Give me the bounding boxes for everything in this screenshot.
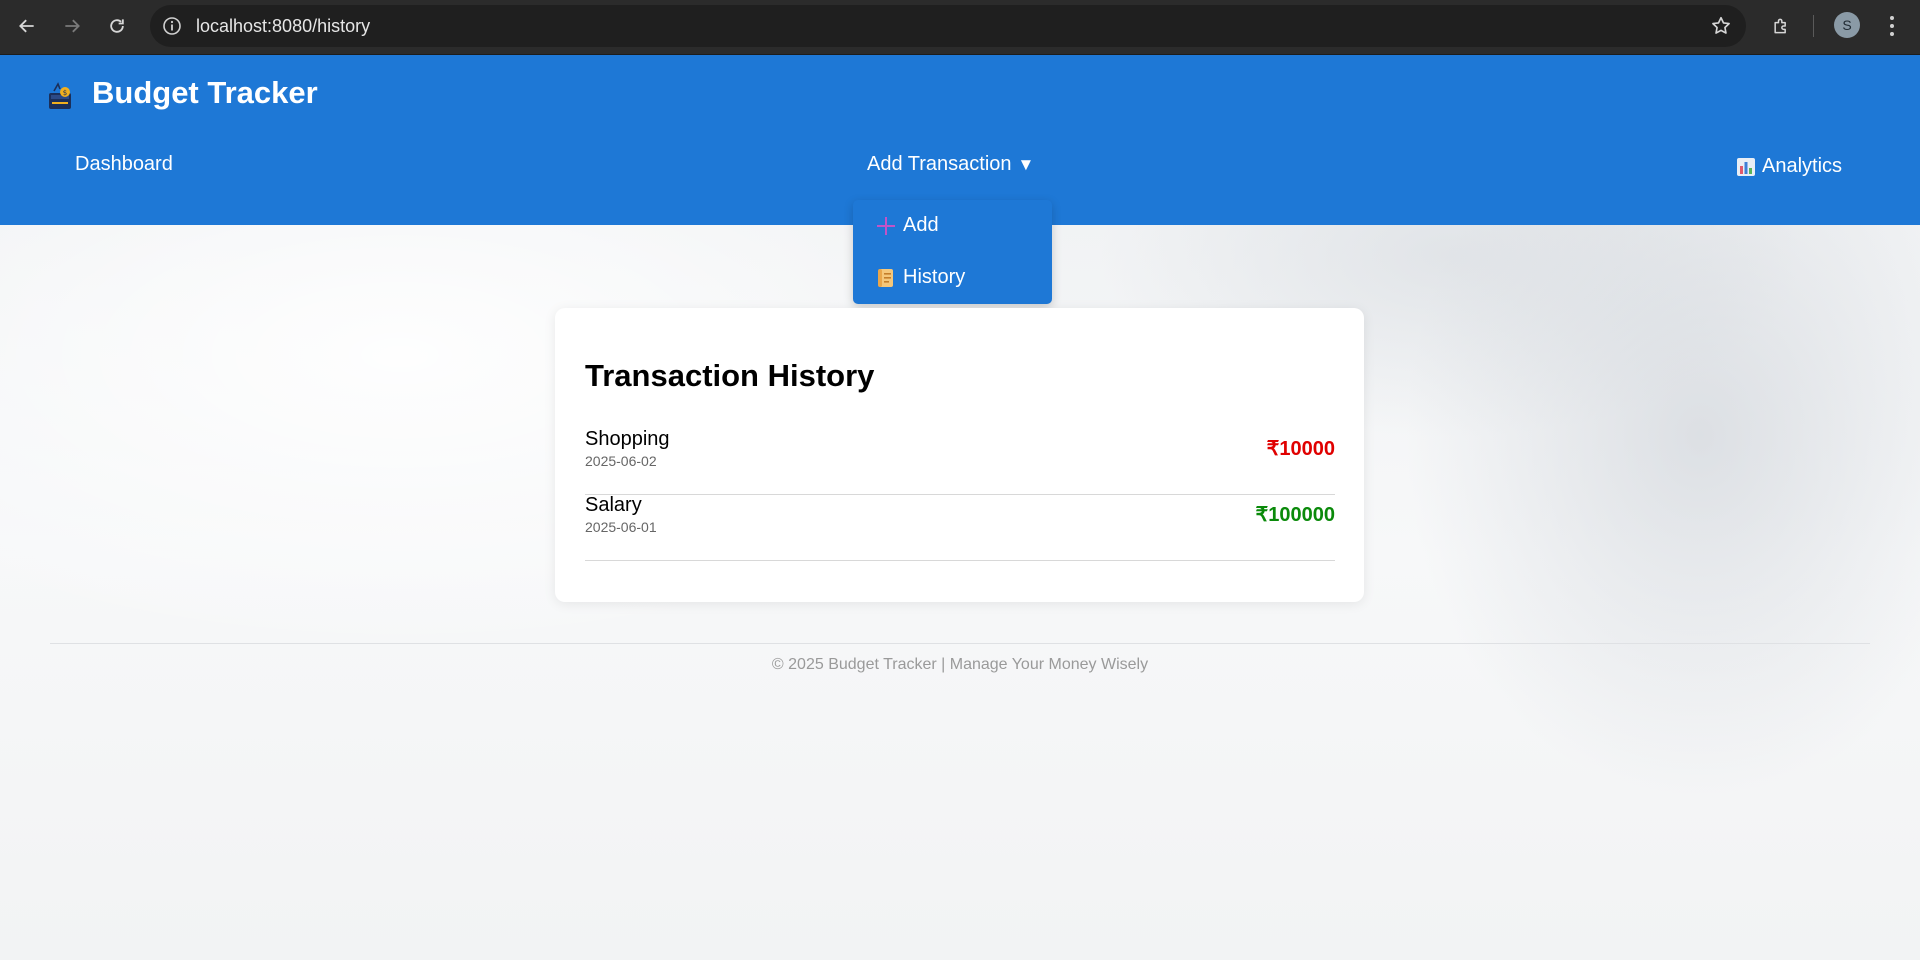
bookmark-star-icon[interactable] [1710,15,1732,37]
transaction-amount-income: ₹100000 [1255,504,1335,526]
puzzle-icon [1774,18,1786,34]
dropdown-item-add-label: Add [903,214,939,236]
menu-dot [1890,16,1894,20]
transaction-row[interactable]: Salary 2025-06-01 ₹100000 [585,494,1335,561]
caret-down-icon: ▼ [1017,155,1035,174]
site-info-icon[interactable] [162,16,182,36]
nav-add-transaction-label: Add Transaction [867,153,1012,175]
menu-dot [1890,32,1894,36]
nav-analytics-label: Analytics [1762,155,1843,177]
transaction-date: 2025-06-01 [585,519,657,535]
dropdown-item-history-label: History [903,266,966,288]
svg-text:$: $ [63,89,67,97]
page-background: $ Budget Tracker Dashboard Add Transacti… [0,55,1920,960]
bar-chart-icon [1737,157,1755,176]
arrow-right-icon [65,19,80,33]
url-text: localhost:8080/history [196,16,371,36]
profile-avatar[interactable]: S [1834,12,1860,38]
extensions-button[interactable] [1764,9,1798,43]
browser-toolbar: localhost:8080/history S [0,0,1920,55]
card-title: Transaction History [585,358,875,393]
nav-dashboard-link[interactable]: Dashboard [75,153,173,176]
budget-logo-icon: $ [49,82,71,109]
transaction-amount-expense: ₹10000 [1266,438,1335,460]
transaction-date: 2025-06-02 [585,453,657,469]
transaction-name: Shopping [585,428,670,450]
address-bar[interactable]: localhost:8080/history [150,5,1746,47]
transaction-name: Salary [585,494,642,516]
nav-analytics-link[interactable]: Analytics [1736,155,1842,178]
reload-button[interactable] [100,9,134,43]
footer-divider [50,643,1870,644]
transaction-row[interactable]: Shopping 2025-06-02 ₹10000 [585,428,1335,495]
toolbar-divider [1813,15,1814,37]
transaction-history-card: Transaction History Shopping 2025-06-02 … [555,308,1364,602]
dropdown-item-history[interactable]: History [876,266,965,289]
brand-title[interactable]: Budget Tracker [92,75,318,111]
back-button[interactable] [10,9,44,43]
arrow-left-icon [19,19,34,33]
reload-icon [110,19,124,33]
nav-add-transaction-toggle[interactable]: Add Transaction ▼ [867,153,1034,176]
browser-menu-button[interactable] [1884,12,1900,40]
dropdown-item-add[interactable]: Add [876,214,939,237]
footer-text: © 2025 Budget Tracker | Manage Your Mone… [771,656,1149,673]
plus-icon [877,216,895,235]
scroll-icon [878,268,893,287]
forward-button[interactable] [55,9,89,43]
add-transaction-dropdown: Add History [853,200,1052,304]
menu-dot [1890,24,1894,28]
